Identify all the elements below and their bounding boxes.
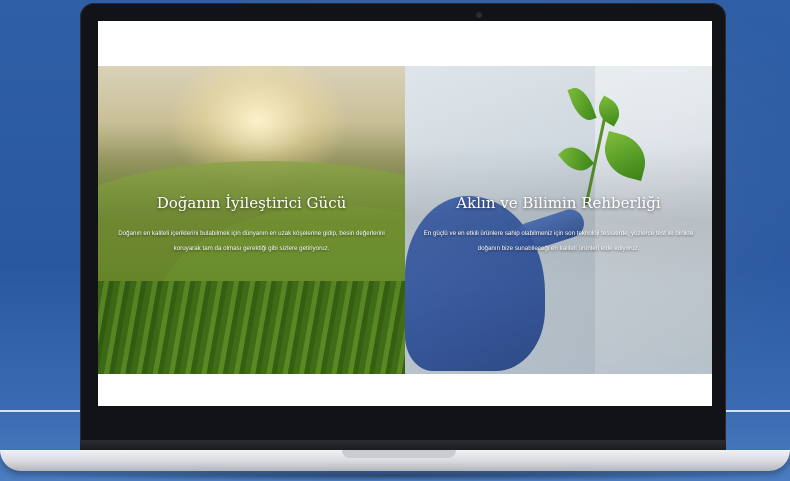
science-panel[interactable]: Aklın ve Bilimin Rehberliği En güçlü ve … bbox=[405, 66, 712, 374]
laptop-shadow bbox=[20, 470, 770, 481]
nature-panel-text: Doğanın en kaliteli içeriklerini bulabil… bbox=[118, 230, 385, 252]
laptop-screen: Doğanın İyileştirici Gücü Doğanın en kal… bbox=[98, 21, 712, 406]
site-footer-strip bbox=[98, 374, 712, 406]
laptop-opening-notch bbox=[342, 450, 456, 458]
nature-panel-title: Doğanın İyileştirici Gücü bbox=[156, 194, 347, 212]
site-header bbox=[98, 21, 712, 66]
panel-overlay bbox=[98, 66, 405, 374]
webcam-icon bbox=[476, 12, 482, 18]
nature-panel[interactable]: Doğanın İyileştirici Gücü Doğanın en kal… bbox=[98, 66, 405, 374]
panel-overlay bbox=[405, 66, 712, 374]
science-panel-text: En güçlü ve en etkili ürünlere sahip ola… bbox=[423, 230, 694, 252]
science-panel-title: Aklın ve Bilimin Rehberliği bbox=[456, 194, 661, 212]
